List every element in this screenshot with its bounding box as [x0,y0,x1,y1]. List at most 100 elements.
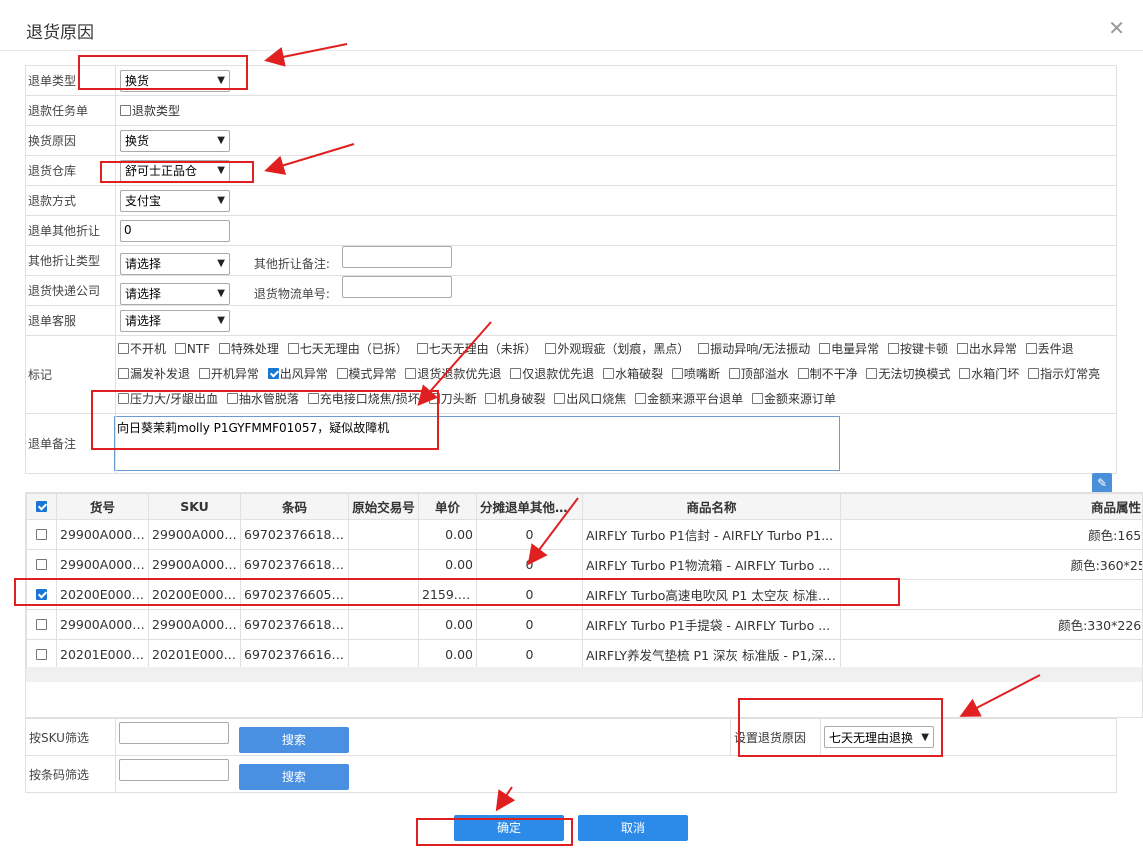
col-orig-trade[interactable]: 原始交易号 [348,493,419,520]
tag-checkbox[interactable] [698,343,710,354]
tag-option[interactable]: 退货退款优先退 [405,367,501,381]
col-price[interactable]: 单价 [418,493,477,520]
service-row: 退单客服 请选择 ▼ [25,305,1117,336]
tag-option[interactable]: 开机异常 [198,367,259,381]
tag-checkbox[interactable] [336,368,348,379]
tag-option[interactable]: NTF [174,342,210,356]
col-name[interactable]: 商品名称 [582,493,841,520]
tag-checkbox[interactable] [118,368,129,379]
tag-checkbox[interactable] [635,393,647,404]
tag-checkbox[interactable] [887,343,899,354]
tag-option[interactable]: 模式异常 [336,367,397,381]
refund-method-select[interactable]: 支付宝 ▼ [120,189,230,212]
tag-option[interactable]: 喷嘴断 [671,367,720,381]
cell-attr: 颜色:165*120mm;规格:AIRFLY Turbo P1高速 [840,519,1142,550]
exchange-reason-select[interactable]: 换货 ▼ [120,129,230,152]
tag-option[interactable]: 七天无理由（未拆） [416,342,537,356]
tag-option[interactable]: 机身破裂 [485,392,545,406]
col-discount[interactable]: 分摊退单其他折让 [476,493,583,520]
cell-discount: 0 [476,519,583,550]
service-select[interactable]: 请选择 ▼ [120,309,230,332]
refund-type-checkbox[interactable] [120,105,131,116]
tag-checkbox[interactable] [959,368,971,379]
tag-option[interactable]: 特殊处理 [218,342,279,356]
table-row[interactable]: 20201E00001 20201E00001 6970237661661 0.00 0… [26,639,1142,670]
cancel-button[interactable]: 取消 [578,815,688,841]
tag-option[interactable]: 出风异常 [267,367,328,381]
barcode-filter-input[interactable] [119,758,229,781]
tag-checkbox[interactable] [485,393,497,404]
barcode-search-button[interactable]: 搜索 [238,763,349,790]
tag-option[interactable]: 无法切换模式 [866,367,950,381]
tag-option[interactable]: 出水异常 [956,342,1017,356]
tag-option[interactable]: 七天无理由（已拆） [287,342,408,356]
tag-option[interactable]: 不开机 [118,342,166,356]
cell-discount: 0 [476,609,583,640]
select-all-checkbox[interactable] [35,501,47,512]
close-icon[interactable]: ✕ [1108,16,1125,40]
cell-barcode: 6970237661838 [240,549,349,580]
tag-checkbox[interactable] [819,343,831,354]
cell-attr: 颜色:330*226*115mm;规格:AIRFLY Turbo P1高速 [840,609,1142,640]
tag-option[interactable]: 制不干净 [797,367,858,381]
cell-item-no: 20201E00001 [56,639,149,670]
sku-filter-input[interactable] [119,721,229,744]
edit-icon[interactable]: ✎ [1092,473,1112,493]
tag-option[interactable]: 电量异常 [819,342,879,356]
tag-checkbox[interactable] [603,368,615,379]
tag-checkbox[interactable] [287,343,299,354]
col-attr[interactable]: 商品属性 [840,493,1142,520]
row-checkbox[interactable] [35,559,47,570]
tag-option[interactable]: 丢件退 [1025,342,1074,356]
tag-option[interactable]: 振动异响/无法振动 [698,342,810,356]
tracking-input[interactable] [341,276,452,299]
tag-checkbox[interactable] [118,343,129,354]
tag-checkbox[interactable] [174,343,186,354]
tag-checkbox[interactable] [751,393,763,404]
tag-checkbox[interactable] [866,368,878,379]
tag-option[interactable]: 金额来源订单 [751,392,836,406]
table-row[interactable]: 29900A00031 29900A00031 6970237661814 0.00 0… [26,519,1142,550]
tag-option[interactable]: 漏发补发退 [118,367,190,381]
tag-option[interactable]: 外观瑕疵（划痕，黑点） [545,342,689,356]
table-row[interactable]: 29900A00034 29900A00034 6970237661838 0.00 0… [26,549,1142,580]
tag-checkbox[interactable] [671,368,683,379]
tag-checkbox[interactable] [1025,343,1037,354]
tag-option[interactable]: 水箱门坏 [959,367,1019,381]
tag-checkbox[interactable] [510,368,522,379]
tag-option[interactable]: 出风口烧焦 [554,392,626,406]
horizontal-scrollbar[interactable] [26,667,1142,682]
courier-select[interactable]: 请选择 ▼ [120,282,230,305]
tag-option[interactable]: 金额来源平台退单 [635,392,743,406]
col-item-no[interactable]: 货号 [56,493,149,520]
tag-checkbox[interactable] [405,368,417,379]
cell-sku: 29900A00034 [148,549,241,580]
sku-search-button[interactable]: 搜索 [238,726,349,753]
row-checkbox[interactable] [35,529,47,540]
tag-checkbox[interactable] [728,368,740,379]
table-row[interactable]: 29900A00033 29900A00033 6970237661821 0.00 0… [26,609,1142,640]
discount-type-select[interactable]: 请选择 ▼ [120,252,230,275]
tag-option[interactable]: 按键卡顿 [887,342,948,356]
discount-remark-input[interactable] [341,246,452,269]
tag-checkbox[interactable] [267,368,279,379]
tag-option[interactable]: 仅退款优先退 [510,367,594,381]
tag-checkbox[interactable] [956,343,968,354]
tag-checkbox[interactable] [1028,368,1040,379]
cell-item-no: 29900A00031 [56,519,149,550]
tag-option[interactable]: 水箱破裂 [603,367,663,381]
col-barcode[interactable]: 条码 [240,493,349,520]
tag-option[interactable]: 指示灯常亮 [1028,367,1100,381]
tag-option[interactable]: 顶部溢水 [728,367,789,381]
tag-checkbox[interactable] [554,393,566,404]
tag-checkbox[interactable] [797,368,809,379]
tag-checkbox[interactable] [416,343,428,354]
col-sku[interactable]: SKU [148,493,241,520]
tag-checkbox[interactable] [198,368,210,379]
other-discount-input[interactable]: 0 [120,219,230,242]
row-checkbox[interactable] [35,619,47,630]
chevron-down-icon: ▼ [217,195,225,206]
row-checkbox[interactable] [35,649,47,660]
tag-checkbox[interactable] [218,343,230,354]
tag-checkbox[interactable] [545,343,557,354]
